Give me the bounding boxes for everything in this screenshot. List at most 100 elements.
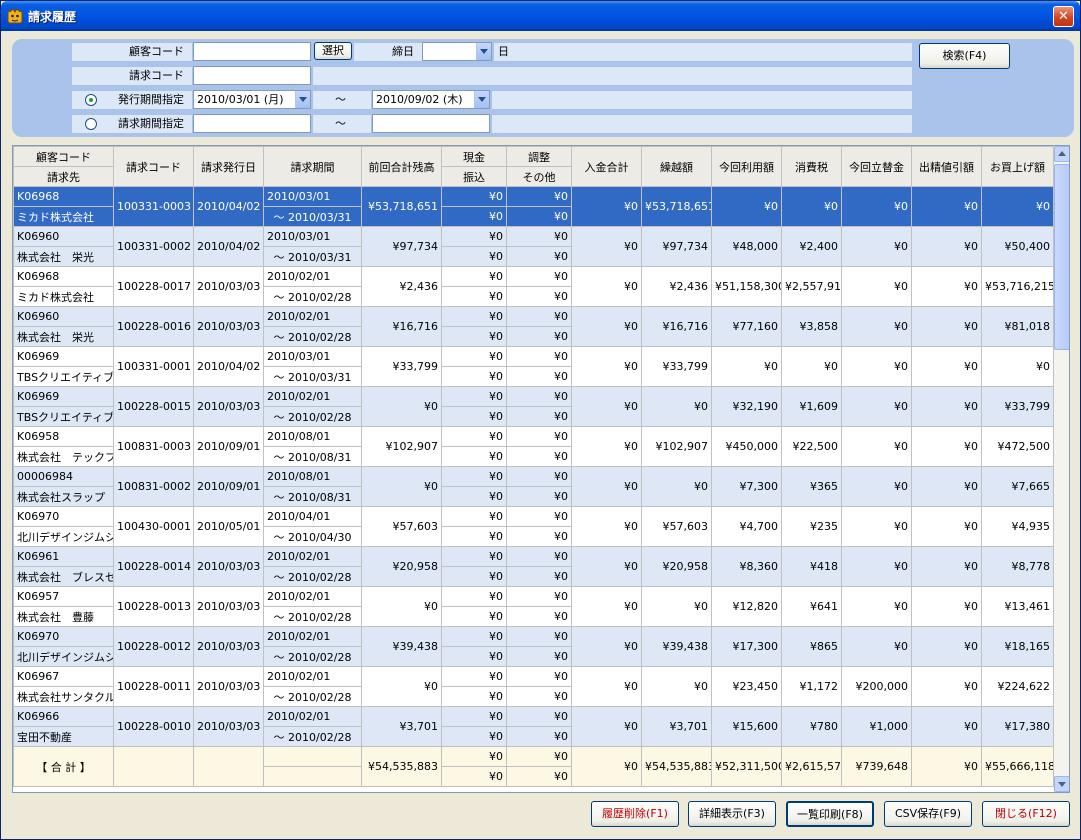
cell-period-to[interactable]: 〜 2010/02/28: [263, 606, 362, 627]
cell-adjust[interactable]: ¥0: [506, 346, 572, 367]
cell-customer-name[interactable]: TBSクリエイティブ: [13, 366, 114, 387]
header-customer-name[interactable]: 請求先: [13, 166, 114, 187]
header-prev-balance[interactable]: 前回合計残高: [361, 146, 442, 187]
cell-discount[interactable]: ¥0: [911, 386, 982, 427]
cell-purchase[interactable]: ¥13,461: [981, 586, 1054, 627]
cell-customer-name[interactable]: 株式会社スラップ: [13, 486, 114, 507]
cell-prev-balance[interactable]: ¥53,718,651: [361, 186, 442, 227]
cell-deposit[interactable]: ¥0: [571, 666, 642, 707]
cell-transfer[interactable]: ¥0: [441, 526, 507, 547]
cell-usage[interactable]: ¥450,000: [711, 426, 782, 467]
cell-purchase[interactable]: ¥17,380: [981, 706, 1054, 747]
cell-adjust[interactable]: ¥0: [506, 226, 572, 247]
cell-issue-date[interactable]: 2010/03/03: [193, 706, 264, 747]
cell-cash[interactable]: ¥0: [441, 266, 507, 287]
cell-customer-code[interactable]: K06966: [13, 706, 114, 727]
cell-carry[interactable]: ¥53,718,651: [641, 186, 712, 227]
cell-issue-date[interactable]: 2010/03/03: [193, 546, 264, 587]
cell-advance[interactable]: ¥0: [841, 506, 912, 547]
cell-purchase[interactable]: ¥7,665: [981, 466, 1054, 507]
cell-customer-code[interactable]: K06969: [13, 386, 114, 407]
cell-advance[interactable]: ¥0: [841, 346, 912, 387]
cell-cash[interactable]: ¥0: [441, 706, 507, 727]
cell-deposit[interactable]: ¥0: [571, 426, 642, 467]
close-button[interactable]: 閉じる(F12): [982, 801, 1070, 827]
cell-tax[interactable]: ¥0: [781, 186, 842, 227]
cell-period-from[interactable]: 2010/02/01: [263, 666, 362, 687]
cell-carry[interactable]: ¥20,958: [641, 546, 712, 587]
cell-purchase[interactable]: ¥0: [981, 186, 1054, 227]
table-row[interactable]: K06958 100831-0003 2010/09/01 2010/08/01 ¥10…: [13, 426, 1054, 467]
cell-advance[interactable]: ¥0: [841, 626, 912, 667]
cell-invoice-code[interactable]: 100228-0013: [113, 586, 194, 627]
cell-customer-code[interactable]: K06960: [13, 226, 114, 247]
select-customer-button[interactable]: 選択: [314, 42, 352, 60]
cell-other[interactable]: ¥0: [506, 406, 572, 427]
cell-other[interactable]: ¥0: [506, 566, 572, 587]
cell-tax[interactable]: ¥3,858: [781, 306, 842, 347]
cell-customer-name[interactable]: ミカド株式会社: [13, 206, 114, 227]
billing-from-input[interactable]: [193, 114, 311, 133]
cell-customer-code[interactable]: K06961: [13, 546, 114, 567]
cell-invoice-code[interactable]: 100831-0002: [113, 466, 194, 507]
cell-prev-balance[interactable]: ¥3,701: [361, 706, 442, 747]
cell-deposit[interactable]: ¥0: [571, 226, 642, 267]
cell-deposit[interactable]: ¥0: [571, 546, 642, 587]
cell-period-to[interactable]: 〜 2010/02/28: [263, 286, 362, 307]
table-row[interactable]: K06970 100228-0012 2010/03/03 2010/02/01 ¥39…: [13, 626, 1054, 667]
cell-adjust[interactable]: ¥0: [506, 546, 572, 567]
cell-prev-balance[interactable]: ¥2,436: [361, 266, 442, 307]
cell-period-from[interactable]: 2010/03/01: [263, 346, 362, 367]
cell-customer-name[interactable]: 北川デザインジムシ: [13, 646, 114, 667]
issue-period-radio[interactable]: [85, 94, 97, 106]
cell-prev-balance[interactable]: ¥0: [361, 586, 442, 627]
issue-to-select[interactable]: 2010/09/02 (木): [372, 90, 490, 109]
cell-adjust[interactable]: ¥0: [506, 386, 572, 407]
table-row[interactable]: K06960 100331-0002 2010/04/02 2010/03/01 ¥97…: [13, 226, 1054, 267]
cell-customer-name[interactable]: 株式会社 豊藤: [13, 606, 114, 627]
cell-usage[interactable]: ¥4,700: [711, 506, 782, 547]
cell-purchase[interactable]: ¥4,935: [981, 506, 1054, 547]
cell-transfer[interactable]: ¥0: [441, 206, 507, 227]
cell-advance[interactable]: ¥0: [841, 466, 912, 507]
cell-other[interactable]: ¥0: [506, 606, 572, 627]
cell-period-to[interactable]: 〜 2010/02/28: [263, 646, 362, 667]
cell-issue-date[interactable]: 2010/03/03: [193, 266, 264, 307]
cell-customer-code[interactable]: K06970: [13, 626, 114, 647]
cell-discount[interactable]: ¥0: [911, 306, 982, 347]
cell-other[interactable]: ¥0: [506, 206, 572, 227]
cell-transfer[interactable]: ¥0: [441, 686, 507, 707]
cell-prev-balance[interactable]: ¥57,603: [361, 506, 442, 547]
cell-deposit[interactable]: ¥0: [571, 466, 642, 507]
cell-advance[interactable]: ¥0: [841, 186, 912, 227]
cell-customer-name[interactable]: 株式会社サンタクル: [13, 686, 114, 707]
cell-advance[interactable]: ¥0: [841, 546, 912, 587]
cell-advance[interactable]: ¥0: [841, 226, 912, 267]
cell-issue-date[interactable]: 2010/04/02: [193, 186, 264, 227]
cell-customer-code[interactable]: K06957: [13, 586, 114, 607]
cell-period-from[interactable]: 2010/08/01: [263, 426, 362, 447]
cell-issue-date[interactable]: 2010/09/01: [193, 466, 264, 507]
cell-tax[interactable]: ¥365: [781, 466, 842, 507]
header-deposit-total[interactable]: 入金合計: [571, 146, 642, 187]
cell-other[interactable]: ¥0: [506, 486, 572, 507]
cell-discount[interactable]: ¥0: [911, 706, 982, 747]
cell-deposit[interactable]: ¥0: [571, 386, 642, 427]
cell-customer-name[interactable]: 宝田不動産: [13, 726, 114, 747]
cell-adjust[interactable]: ¥0: [506, 306, 572, 327]
cell-usage[interactable]: ¥48,000: [711, 226, 782, 267]
cell-issue-date[interactable]: 2010/03/03: [193, 586, 264, 627]
cell-period-to[interactable]: 〜 2010/08/31: [263, 446, 362, 467]
cell-carry[interactable]: ¥57,603: [641, 506, 712, 547]
cell-cash[interactable]: ¥0: [441, 506, 507, 527]
cell-usage[interactable]: ¥8,360: [711, 546, 782, 587]
cell-invoice-code[interactable]: 100430-0001: [113, 506, 194, 547]
billing-to-input[interactable]: [372, 114, 490, 133]
cell-other[interactable]: ¥0: [506, 326, 572, 347]
scroll-thumb[interactable]: [1054, 164, 1069, 350]
cell-period-to[interactable]: 〜 2010/02/28: [263, 326, 362, 347]
cell-usage[interactable]: ¥15,600: [711, 706, 782, 747]
table-row[interactable]: K06961 100228-0014 2010/03/03 2010/02/01 ¥20…: [13, 546, 1054, 587]
cell-advance[interactable]: ¥1,000: [841, 706, 912, 747]
cell-transfer[interactable]: ¥0: [441, 246, 507, 267]
